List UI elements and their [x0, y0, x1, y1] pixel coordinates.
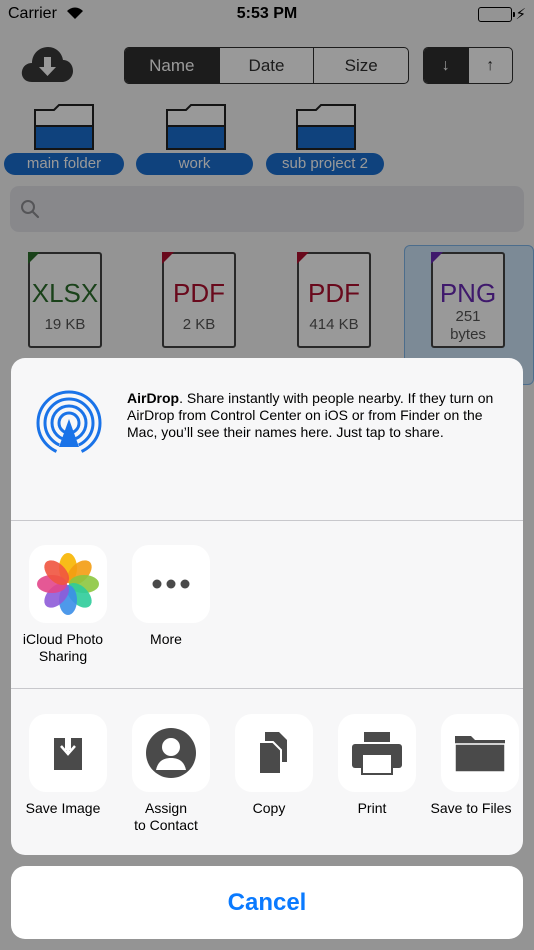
- more-icon: [132, 545, 210, 623]
- contact-icon: [132, 714, 210, 792]
- airdrop-description: AirDrop. Share instantly with people nea…: [127, 390, 507, 441]
- files-folder-icon: [441, 714, 519, 792]
- printer-icon: [338, 714, 416, 792]
- share-action-label: Save Image: [25, 800, 101, 816]
- share-action-label: Assign to Contact: [134, 800, 198, 833]
- divider: [11, 688, 523, 689]
- copy-icon: [235, 714, 313, 792]
- airdrop-section[interactable]: AirDrop. Share instantly with people nea…: [11, 358, 523, 520]
- cancel-button[interactable]: Cancel: [11, 866, 523, 939]
- share-action-label: Save to Files: [430, 800, 512, 816]
- share-app-label: iCloud Photo Sharing: [22, 631, 104, 664]
- share-action-label: Copy: [252, 800, 286, 816]
- share-sheet: AirDrop. Share instantly with people nea…: [11, 358, 523, 855]
- save-image-icon: [29, 714, 107, 792]
- share-action-label: Print: [357, 800, 387, 816]
- airdrop-text: . Share instantly with people nearby. If…: [127, 390, 494, 440]
- airdrop-icon: [35, 389, 103, 462]
- icloud-photos-icon: [29, 545, 107, 623]
- divider: [11, 520, 523, 521]
- share-app-label: More: [150, 631, 182, 647]
- airdrop-title: AirDrop: [127, 390, 180, 406]
